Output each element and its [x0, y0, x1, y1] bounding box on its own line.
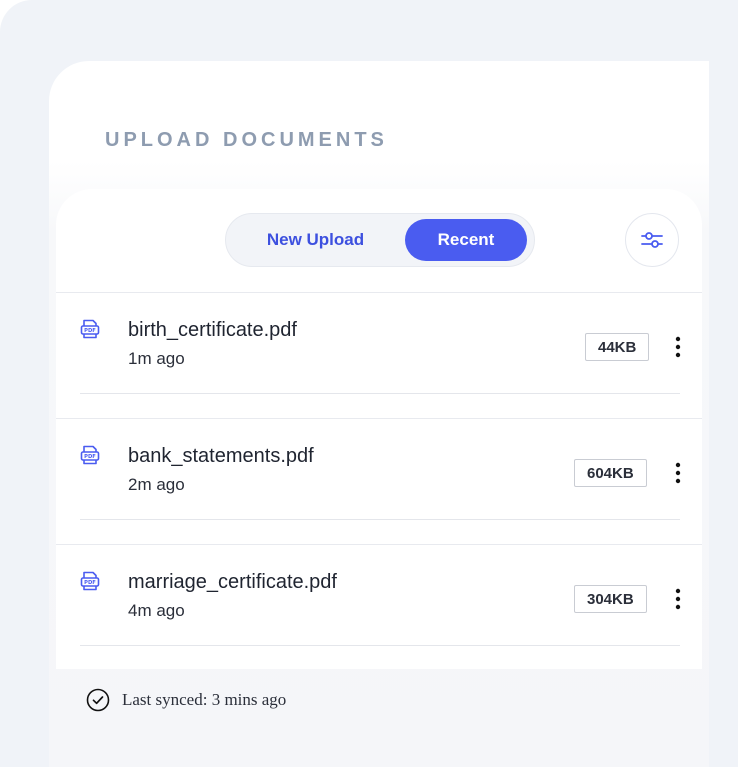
file-name[interactable]: marriage_certificate.pdf: [128, 571, 337, 594]
pdf-icon: PDF: [80, 571, 100, 591]
upload-card: UPLOAD DOCUMENTS New Upload Recent PDF b…: [49, 61, 709, 767]
more-options-button[interactable]: [668, 459, 688, 487]
file-size-badge: 604KB: [574, 459, 647, 487]
filter-button[interactable]: [625, 213, 679, 267]
svg-text:PDF: PDF: [84, 454, 96, 460]
documents-panel: New Upload Recent PDF birth_certificate.…: [56, 189, 702, 669]
more-vertical-icon: [675, 462, 681, 484]
file-size-badge: 304KB: [574, 585, 647, 613]
sync-status: Last synced: 3 mins ago: [86, 688, 286, 712]
row-divider: [80, 519, 680, 520]
svg-text:PDF: PDF: [84, 328, 96, 334]
more-vertical-icon: [675, 336, 681, 358]
file-row[interactable]: PDF marriage_certificate.pdf 4m ago 304K…: [56, 545, 702, 671]
row-divider: [80, 645, 680, 646]
file-name[interactable]: birth_certificate.pdf: [128, 319, 297, 342]
row-divider: [80, 393, 680, 394]
file-size-badge: 44KB: [585, 333, 650, 361]
page-title: UPLOAD DOCUMENTS: [105, 129, 388, 151]
sliders-icon: [641, 232, 663, 248]
sync-status-text: Last synced: 3 mins ago: [122, 690, 287, 709]
tab-recent[interactable]: Recent: [405, 219, 527, 261]
file-time: 4m ago: [128, 601, 185, 620]
pdf-icon: PDF: [80, 319, 100, 339]
more-options-button[interactable]: [668, 333, 688, 361]
file-row[interactable]: PDF birth_certificate.pdf 1m ago 44KB: [56, 293, 702, 419]
pdf-icon: PDF: [80, 445, 100, 465]
tab-new-upload[interactable]: New Upload: [234, 219, 397, 261]
check-circle-icon: [86, 688, 110, 712]
svg-text:PDF: PDF: [84, 580, 96, 586]
file-time: 2m ago: [128, 475, 185, 494]
upload-tabs: New Upload Recent: [225, 213, 535, 267]
more-vertical-icon: [675, 588, 681, 610]
file-row[interactable]: PDF bank_statements.pdf 2m ago 604KB: [56, 419, 702, 545]
file-time: 1m ago: [128, 349, 185, 368]
file-name[interactable]: bank_statements.pdf: [128, 445, 314, 468]
more-options-button[interactable]: [668, 585, 688, 613]
